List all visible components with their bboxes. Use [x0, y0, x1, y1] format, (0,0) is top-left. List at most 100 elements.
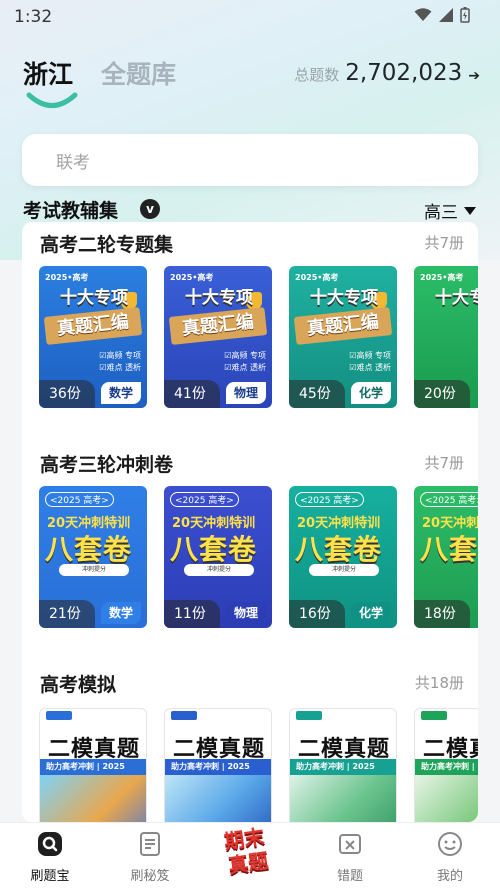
nav-label: 刷秘笈 [130, 869, 170, 884]
battery-icon [460, 7, 470, 23]
book-card[interactable]: 2025•高考 十大专项 20份 [414, 266, 478, 408]
final-exam-promo[interactable]: 期末 真题 [218, 821, 282, 881]
grade-selector[interactable]: 高三 [424, 198, 476, 223]
cover-subtitle: 真题汇编 [168, 307, 268, 345]
section-title: 考试教辅集 [23, 200, 119, 222]
search-placeholder: 联考 [56, 153, 90, 173]
cover-subtitle: 真题汇编 [43, 307, 143, 345]
bottom-nav: 刷题宝 刷秘笈 期末 真题 错题 我的 [0, 822, 500, 889]
nav-label: 刷题宝 [30, 869, 70, 884]
smile-profile-icon [438, 832, 462, 856]
search-input[interactable]: 联考 [22, 134, 478, 186]
book-card[interactable]: 2025•高考 十大专项 真题汇编 ☑高频 专项 ☑难点 透析 36份 数学 [39, 266, 147, 408]
cover-band: 助力高考冲刺 | 2025 [165, 759, 271, 775]
cover-label: 2025•高考 [170, 273, 214, 282]
book-card[interactable]: 2025•高考 十大专项 真题汇编 ☑高频 专项 ☑难点 透析 45份 化学 [289, 266, 397, 408]
book-row: 二模真题 助力高考冲刺 | 2025 二模真题 助力高考冲刺 | 2025 二模… [39, 708, 478, 822]
book-card[interactable]: <2025 高考> 20天冲刺特训 八套卷 冲刺提分 11份 物理 [164, 486, 272, 628]
status-bar: 1:32 [0, 0, 500, 34]
shelf-title: 高考二轮专题集 [40, 234, 174, 256]
vip-badge-icon: v [140, 199, 160, 219]
cover-illustration [40, 775, 146, 822]
promo-text-2: 真题 [226, 848, 270, 878]
cover-tag: 冲刺提分 [309, 564, 379, 576]
scroll-icon [140, 832, 160, 856]
wifi-icon [414, 8, 432, 21]
book-card[interactable]: 二模真题 助力高考冲刺 | 2025 [39, 708, 147, 822]
book-row: 2025•高考 十大专项 真题汇编 ☑高频 专项 ☑难点 透析 36份 数学 2… [39, 266, 478, 411]
shelf-count[interactable]: 共18册 [415, 672, 464, 693]
cover-illustration [165, 775, 271, 822]
cover-label: <2025 高考> [45, 492, 114, 507]
book-count: 16份 [289, 600, 345, 628]
nav-item-shuatibao[interactable]: 刷题宝 [10, 831, 90, 884]
cover-subtitle: 八套卷 [420, 533, 478, 566]
wrong-notebook-icon [339, 834, 361, 854]
cover-title: 十大专项 [185, 288, 253, 308]
cover-subtitle: 八套卷 [295, 533, 383, 566]
book-row: <2025 高考> 20天冲刺特训 八套卷 冲刺提分 21份 数学 <2025 … [39, 486, 478, 631]
cover-label: <2025 高考> [170, 492, 239, 507]
book-card[interactable]: <2025 高考> 20天冲刺特训 八套卷 18份 [414, 486, 478, 628]
search-book-icon [38, 832, 62, 856]
active-tab-indicator [26, 92, 78, 108]
cover-label: 2025•高考 [45, 273, 89, 282]
book-card[interactable]: 二模真题 助力高考冲刺 | 2025 [289, 708, 397, 822]
cover-lines: ☑高频 专项 ☑难点 透析 [224, 351, 266, 372]
cover-tag: 冲刺提分 [59, 564, 129, 576]
book-count: 21份 [39, 600, 95, 628]
cover-illustration [415, 775, 478, 822]
cover-title: 十大专项 [435, 288, 478, 308]
book-subject: 化学 [350, 602, 391, 624]
book-subject: 物理 [225, 602, 266, 624]
status-time: 1:32 [14, 7, 53, 27]
nav-item-me[interactable]: 我的 [410, 831, 490, 884]
book-card[interactable]: <2025 高考> 20天冲刺特训 八套卷 冲刺提分 16份 化学 [289, 486, 397, 628]
cover-band: 助力高考冲刺 | 2025 [415, 759, 478, 775]
book-card[interactable]: <2025 高考> 20天冲刺特训 八套卷 冲刺提分 21份 数学 [39, 486, 147, 628]
book-subject: 数学 [100, 602, 141, 624]
book-card[interactable]: 二模真题 助力高考冲刺 | 2025 [164, 708, 272, 822]
book-count: 11份 [164, 600, 220, 628]
cover-subtitle: 八套卷 [45, 533, 133, 566]
status-icons [414, 7, 470, 23]
shelf-title: 高考三轮冲刺卷 [40, 454, 174, 476]
cover-title: 十大专项 [310, 288, 378, 308]
book-subject: 化学 [350, 382, 391, 404]
book-count: 20份 [414, 380, 470, 408]
publisher-logo [171, 711, 197, 720]
cover-tag: 冲刺提分 [184, 564, 254, 576]
grade-label: 高三 [424, 203, 458, 223]
publisher-logo [421, 711, 447, 720]
nav-label: 错题 [336, 869, 363, 884]
total-questions[interactable]: 总题数 2,702,023 ➔ [294, 60, 480, 86]
shelf-count[interactable]: 共7册 [424, 452, 464, 473]
book-subject: 数学 [100, 382, 141, 404]
tab-all-questions[interactable]: 全题库 [101, 55, 176, 91]
cover-label: 2025•高考 [295, 273, 339, 282]
cover-illustration [290, 775, 396, 822]
cover-band: 助力高考冲刺 | 2025 [290, 759, 396, 775]
book-count: 41份 [164, 380, 220, 408]
caret-down-icon [464, 206, 476, 215]
cover-label: <2025 高考> [420, 492, 478, 507]
book-count: 45份 [289, 380, 345, 408]
tab-zhejiang[interactable]: 浙江 [23, 55, 73, 91]
nav-item-mijí[interactable]: 刷秘笈 [110, 831, 190, 884]
signal-icon [439, 8, 453, 22]
arrow-right-icon: ➔ [468, 68, 480, 84]
nav-label: 我的 [436, 869, 463, 884]
page-header: 浙江 全题库 总题数 2,702,023 ➔ [0, 52, 500, 122]
shelf-count[interactable]: 共7册 [424, 232, 464, 253]
cover-band: 助力高考冲刺 | 2025 [40, 759, 146, 775]
cover-subtitle: 真题汇编 [293, 307, 393, 345]
cover-title: 十大专项 [60, 288, 128, 308]
book-card[interactable]: 二模真题 助力高考冲刺 | 2025 [414, 708, 478, 822]
book-count: 18份 [414, 600, 470, 628]
nav-item-wrong[interactable]: 错题 [310, 831, 390, 884]
total-value: 2,702,023 [345, 60, 463, 86]
book-count: 36份 [39, 380, 95, 408]
book-card[interactable]: 2025•高考 十大专项 真题汇编 ☑高频 专项 ☑难点 透析 41份 物理 [164, 266, 272, 408]
cover-label: 2025•高考 [420, 273, 464, 282]
total-label: 总题数 [294, 66, 340, 84]
